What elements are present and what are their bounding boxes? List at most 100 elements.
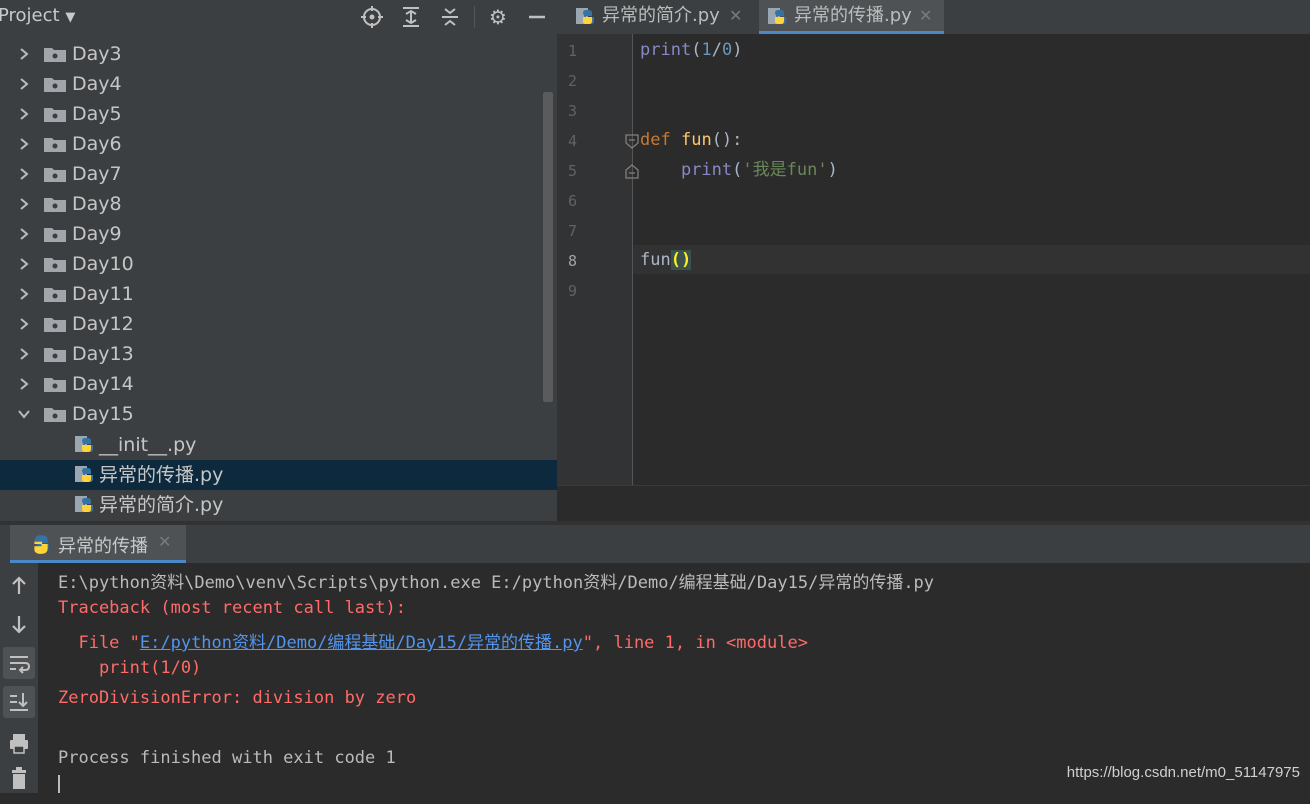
folder-label: Day3 — [72, 43, 122, 65]
folder-label: Day11 — [72, 283, 134, 305]
line-number: 2 — [567, 72, 577, 90]
tree-folder-row[interactable]: Day14 — [0, 369, 545, 399]
code-editor[interactable] — [557, 34, 1310, 521]
hide-panel-icon[interactable] — [525, 5, 549, 29]
tree-folder-row[interactable]: Day11 — [0, 279, 545, 309]
folder-label: Day8 — [72, 193, 122, 215]
tree-file-row[interactable]: __init__.py — [0, 430, 545, 460]
tab-label: 异常的简介.py — [602, 5, 720, 26]
chevron-right-icon — [20, 258, 29, 270]
line-number: 5 — [567, 162, 577, 180]
caret-row-highlight — [633, 245, 1310, 274]
tree-folder-row[interactable]: Day13 — [0, 339, 545, 369]
collapse-all-icon[interactable] — [438, 5, 462, 29]
python-file-icon — [576, 8, 594, 24]
chevron-right-icon — [20, 348, 29, 360]
folder-label: Day12 — [72, 313, 134, 335]
close-icon[interactable]: ✕ — [158, 532, 171, 551]
chevron-right-icon — [20, 228, 29, 240]
console-file-line: File "E:/python资料/Demo/编程基础/Day15/异常的传播.… — [58, 633, 808, 653]
chevron-right-icon — [20, 378, 29, 390]
chevron-right-icon — [20, 108, 29, 120]
chevron-right-icon — [20, 78, 29, 90]
python-file-icon — [75, 436, 93, 452]
folder-icon — [44, 318, 66, 332]
trash-icon[interactable] — [3, 763, 35, 795]
line-number: 3 — [567, 102, 577, 120]
line-number-current: 8 — [567, 252, 577, 270]
folder-icon — [44, 408, 66, 422]
tab-exception-propagation[interactable]: 异常的传播.py ✕ — [759, 0, 944, 34]
tree-folder-row[interactable]: Day7 — [0, 159, 545, 189]
project-title: Project — [0, 5, 60, 26]
run-tab-bar — [0, 525, 1310, 563]
tree-folder-row[interactable]: Day6 — [0, 129, 545, 159]
folder-icon — [44, 48, 66, 62]
tree-folder-row[interactable]: Day3 — [0, 39, 545, 69]
chevron-down-icon — [18, 410, 30, 419]
python-file-icon — [75, 466, 93, 482]
folder-icon — [44, 78, 66, 92]
folder-label: Day13 — [72, 343, 134, 365]
folder-icon — [44, 378, 66, 392]
expand-all-icon[interactable] — [399, 5, 423, 29]
down-arrow-icon[interactable] — [3, 608, 35, 640]
project-header: Project ▼ ⚙ — [0, 0, 557, 34]
tree-folder-row[interactable]: Day4 — [0, 69, 545, 99]
editor-breadcrumb-bar — [557, 485, 1310, 522]
tree-folder-row-expanded[interactable]: Day15 — [0, 399, 545, 429]
line-number: 7 — [567, 222, 577, 240]
tab-label: 异常的传播.py — [794, 5, 912, 26]
tree-file-row-selected[interactable]: 异常的传播.py — [0, 460, 557, 490]
fold-end-icon[interactable] — [625, 163, 639, 179]
python-file-icon — [768, 8, 786, 24]
folder-label: Day4 — [72, 73, 122, 95]
python-file-icon — [75, 496, 93, 512]
close-icon[interactable]: ✕ — [919, 0, 932, 32]
run-tab[interactable]: 异常的传播 ✕ — [10, 525, 186, 563]
console-file-link[interactable]: E:/python资料/Demo/编程基础/Day15/异常的传播.py — [140, 633, 583, 653]
gutter-border — [632, 34, 633, 485]
code-line-4: def fun(): — [640, 130, 743, 150]
print-icon[interactable] — [3, 727, 35, 759]
file-label: __init__.py — [99, 434, 197, 456]
line-number: 6 — [567, 192, 577, 210]
code-line-8: fun() — [640, 250, 692, 270]
tree-scrollbar[interactable] — [543, 92, 553, 402]
tree-file-row[interactable]: 异常的简介.py — [0, 490, 545, 520]
toolbar-separator — [474, 6, 475, 28]
tab-exception-intro[interactable]: 异常的简介.py ✕ — [567, 0, 752, 34]
chevron-right-icon — [20, 288, 29, 300]
chevron-right-icon — [20, 48, 29, 60]
tree-folder-row[interactable]: Day12 — [0, 309, 545, 339]
close-icon[interactable]: ✕ — [729, 0, 742, 32]
console-cursor — [58, 775, 60, 793]
tree-folder-row[interactable]: Day9 — [0, 219, 545, 249]
scroll-to-end-icon[interactable] — [3, 686, 35, 718]
chevron-right-icon — [20, 168, 29, 180]
folder-icon — [44, 198, 66, 212]
fold-start-icon[interactable] — [625, 134, 639, 150]
locate-target-icon[interactable] — [360, 5, 384, 29]
folder-icon — [44, 348, 66, 362]
tree-folder-row[interactable]: Day8 — [0, 189, 545, 219]
tree-folder-row[interactable]: Day10 — [0, 249, 545, 279]
line-number: 9 — [567, 282, 577, 300]
gear-icon[interactable]: ⚙ — [486, 5, 510, 29]
watermark-url: https://blog.csdn.net/m0_51147975 — [1066, 764, 1300, 781]
code-line-5: print('我是fun') — [680, 160, 838, 180]
chevron-right-icon — [20, 138, 29, 150]
up-arrow-icon[interactable] — [3, 570, 35, 602]
project-view-selector[interactable]: Project ▼ — [0, 5, 75, 26]
folder-label: Day15 — [72, 403, 134, 425]
folder-label: Day9 — [72, 223, 122, 245]
folder-label: Day10 — [72, 253, 134, 275]
soft-wrap-icon[interactable] — [3, 647, 35, 679]
chevron-right-icon — [20, 198, 29, 210]
folder-icon — [44, 168, 66, 182]
folder-icon — [44, 138, 66, 152]
file-label: 异常的传播.py — [99, 464, 224, 486]
line-number: 4 — [567, 132, 577, 150]
folder-icon — [44, 288, 66, 302]
tree-folder-row[interactable]: Day5 — [0, 99, 545, 129]
